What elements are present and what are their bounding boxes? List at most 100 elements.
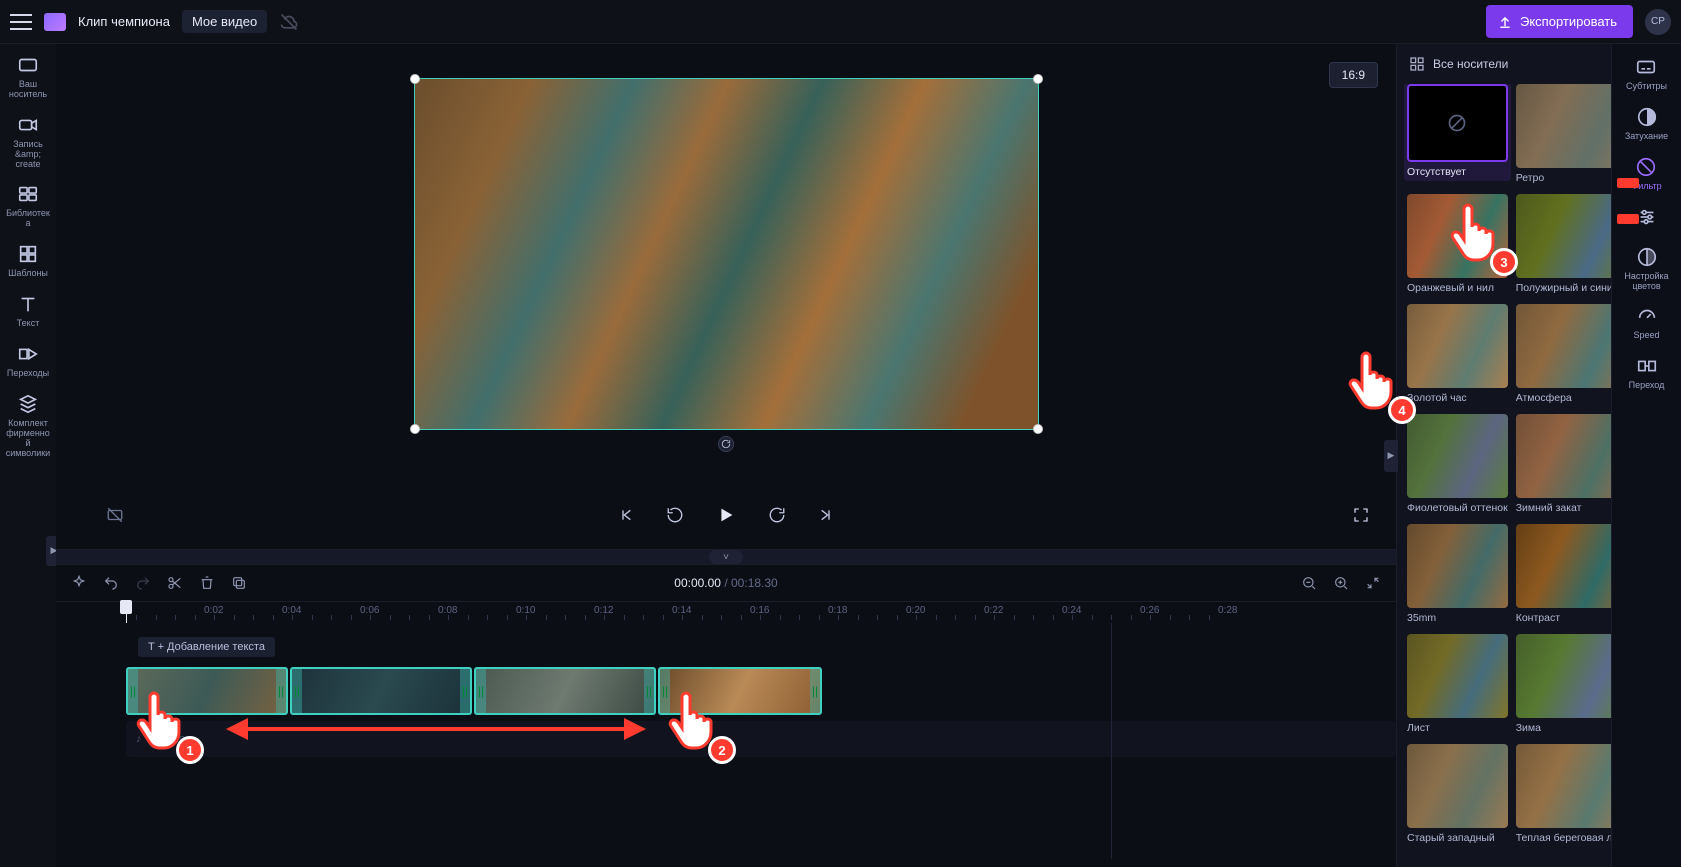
- timeline-clip[interactable]: || ||: [290, 667, 472, 715]
- fit-timeline-button[interactable]: [1364, 574, 1382, 592]
- rail-item-transition[interactable]: Переход: [1629, 355, 1665, 391]
- app-logo-icon: [44, 13, 66, 31]
- resize-handle-br-icon[interactable]: [1033, 424, 1043, 434]
- clip-trim-left-icon[interactable]: ||: [128, 669, 138, 713]
- filter-thumbnail[interactable]: [1407, 634, 1508, 718]
- aspect-ratio-selector[interactable]: 16:9: [1329, 62, 1378, 88]
- sidebar-item-record[interactable]: Запись &amp; create: [4, 114, 52, 170]
- resize-handle-tr-icon[interactable]: [1033, 74, 1043, 84]
- filter-option[interactable]: Отсутствует: [1404, 84, 1511, 181]
- filter-option[interactable]: Лист: [1407, 634, 1508, 734]
- next-frame-button[interactable]: [814, 504, 836, 526]
- filter-thumbnail[interactable]: [1407, 744, 1508, 828]
- copy-tool-icon[interactable]: [230, 574, 248, 592]
- filter-name: Зимний закат: [1516, 502, 1611, 514]
- clip-trim-left-icon[interactable]: ||: [660, 669, 670, 713]
- rail-item-filter[interactable]: Фильтр: [1631, 156, 1661, 192]
- right-properties-rail: Субтитры Затухание Фильтр Настройка цвет…: [1611, 44, 1681, 867]
- redo-button[interactable]: [134, 574, 152, 592]
- zoom-in-button[interactable]: [1332, 574, 1350, 592]
- sidebar-item-brandkit[interactable]: Комплект фирменной символики: [4, 393, 52, 459]
- timeline-ruler[interactable]: 0:020:040:060:080:100:120:140:160:180:20…: [56, 601, 1396, 623]
- filter-thumbnail[interactable]: [1516, 524, 1611, 608]
- project-subtitle[interactable]: Мое видео: [182, 10, 267, 33]
- timeline-collapse-bar: ˅: [56, 549, 1396, 565]
- clip-trim-left-icon[interactable]: ||: [292, 669, 302, 713]
- clip-trim-right-icon[interactable]: ||: [460, 669, 470, 713]
- filter-option[interactable]: Оранжевый и нил: [1407, 194, 1508, 294]
- timeline-collapse-chevron-icon[interactable]: ˅: [709, 550, 743, 564]
- fwd-5s-button[interactable]: [766, 504, 788, 526]
- rail-item-subtitles[interactable]: Субтитры: [1626, 56, 1667, 92]
- filter-thumbnail[interactable]: [1516, 634, 1611, 718]
- filter-thumbnail[interactable]: [1407, 414, 1508, 498]
- filter-option[interactable]: Теплая береговая линия: [1516, 744, 1611, 844]
- sidebar-item-templates[interactable]: Шаблоны: [4, 243, 52, 279]
- resize-handle-bl-icon[interactable]: [410, 424, 420, 434]
- clip-trim-right-icon[interactable]: ||: [810, 669, 820, 713]
- filter-option[interactable]: Зимний закат: [1516, 414, 1611, 514]
- sidebar-item-text[interactable]: Текст: [4, 293, 52, 329]
- filter-name: Отсутствует: [1407, 166, 1508, 178]
- timeline-clip[interactable]: || ||: [126, 667, 288, 715]
- filter-thumbnail[interactable]: [1407, 84, 1508, 162]
- filter-thumbnail[interactable]: [1407, 194, 1508, 278]
- clip-trim-left-icon[interactable]: ||: [476, 669, 486, 713]
- project-title: Клип чемпиона: [78, 14, 170, 29]
- add-audio-track[interactable]: ♪ + Аудио: [126, 721, 1396, 757]
- delete-tool-icon[interactable]: [198, 574, 216, 592]
- play-button[interactable]: [712, 501, 740, 529]
- clip-trim-right-icon[interactable]: ||: [644, 669, 654, 713]
- sidebar-item-transitions[interactable]: Переходы: [4, 343, 52, 379]
- filter-thumbnail[interactable]: [1516, 304, 1611, 388]
- filter-option[interactable]: 35mm: [1407, 524, 1508, 624]
- filter-thumbnail[interactable]: [1516, 744, 1611, 828]
- filter-option[interactable]: Полужирный и синий: [1516, 194, 1611, 294]
- add-text-hint[interactable]: T + Добавление текста: [138, 637, 275, 657]
- fullscreen-button[interactable]: [1350, 504, 1372, 526]
- filter-name: Атмосфера: [1516, 392, 1611, 404]
- timeline-clip[interactable]: || ||: [474, 667, 656, 715]
- filter-name: Оранжевый и нил: [1407, 282, 1508, 294]
- sidebar-item-library[interactable]: Библиотека: [4, 183, 52, 229]
- back-5s-button[interactable]: [664, 504, 686, 526]
- sidebar-item-media[interactable]: Ваш носитель: [4, 54, 52, 100]
- left-sidebar: Ваш носитель Запись &amp; create Библиот…: [0, 44, 56, 867]
- filter-option[interactable]: Ретро: [1516, 84, 1611, 184]
- split-tool-icon[interactable]: [166, 574, 184, 592]
- rail-item-speed[interactable]: Speed: [1633, 305, 1659, 341]
- filter-option[interactable]: Атмосфера: [1516, 304, 1611, 404]
- filter-option[interactable]: Старый западный: [1407, 744, 1508, 844]
- rotate-handle-icon[interactable]: [718, 436, 734, 452]
- filter-thumbnail[interactable]: [1516, 194, 1611, 278]
- playhead-icon[interactable]: [126, 602, 127, 623]
- filter-option[interactable]: Фиолетовый оттенок: [1407, 414, 1508, 514]
- filter-name: Контраст: [1516, 612, 1611, 624]
- topbar: Клип чемпиона Мое видео Экспортировать C…: [0, 0, 1681, 44]
- filter-thumbnail[interactable]: [1516, 84, 1611, 168]
- filter-name: Полужирный и синий: [1516, 282, 1611, 294]
- filter-thumbnail[interactable]: [1407, 304, 1508, 388]
- filter-option[interactable]: Золотой час: [1407, 304, 1508, 404]
- prev-frame-button[interactable]: [616, 504, 638, 526]
- canvas-preview[interactable]: [414, 78, 1039, 430]
- filter-thumbnail[interactable]: [1516, 414, 1611, 498]
- clip-trim-right-icon[interactable]: ||: [276, 669, 286, 713]
- filter-thumbnail[interactable]: [1407, 524, 1508, 608]
- rail-item-fade[interactable]: Затухание: [1625, 106, 1668, 142]
- transport-bar: [56, 487, 1396, 543]
- export-button[interactable]: Экспортировать: [1486, 5, 1633, 38]
- resize-handle-tl-icon[interactable]: [410, 74, 420, 84]
- right-panel-collapse-chevron-icon[interactable]: ▶: [1384, 440, 1398, 472]
- zoom-out-button[interactable]: [1300, 574, 1318, 592]
- filter-option[interactable]: Зима: [1516, 634, 1611, 734]
- rail-item-color[interactable]: Настройка цветов: [1616, 246, 1677, 292]
- timeline-clip[interactable]: || ||: [658, 667, 822, 715]
- user-avatar[interactable]: CP: [1645, 9, 1671, 35]
- menu-button[interactable]: [10, 14, 32, 30]
- remove-bg-icon[interactable]: [104, 504, 126, 526]
- undo-button[interactable]: [102, 574, 120, 592]
- filter-panel: ▶ Все носители ОтсутствуетРетроОранжевый…: [1396, 44, 1611, 867]
- filter-option[interactable]: Контраст: [1516, 524, 1611, 624]
- magic-tool-icon[interactable]: [70, 574, 88, 592]
